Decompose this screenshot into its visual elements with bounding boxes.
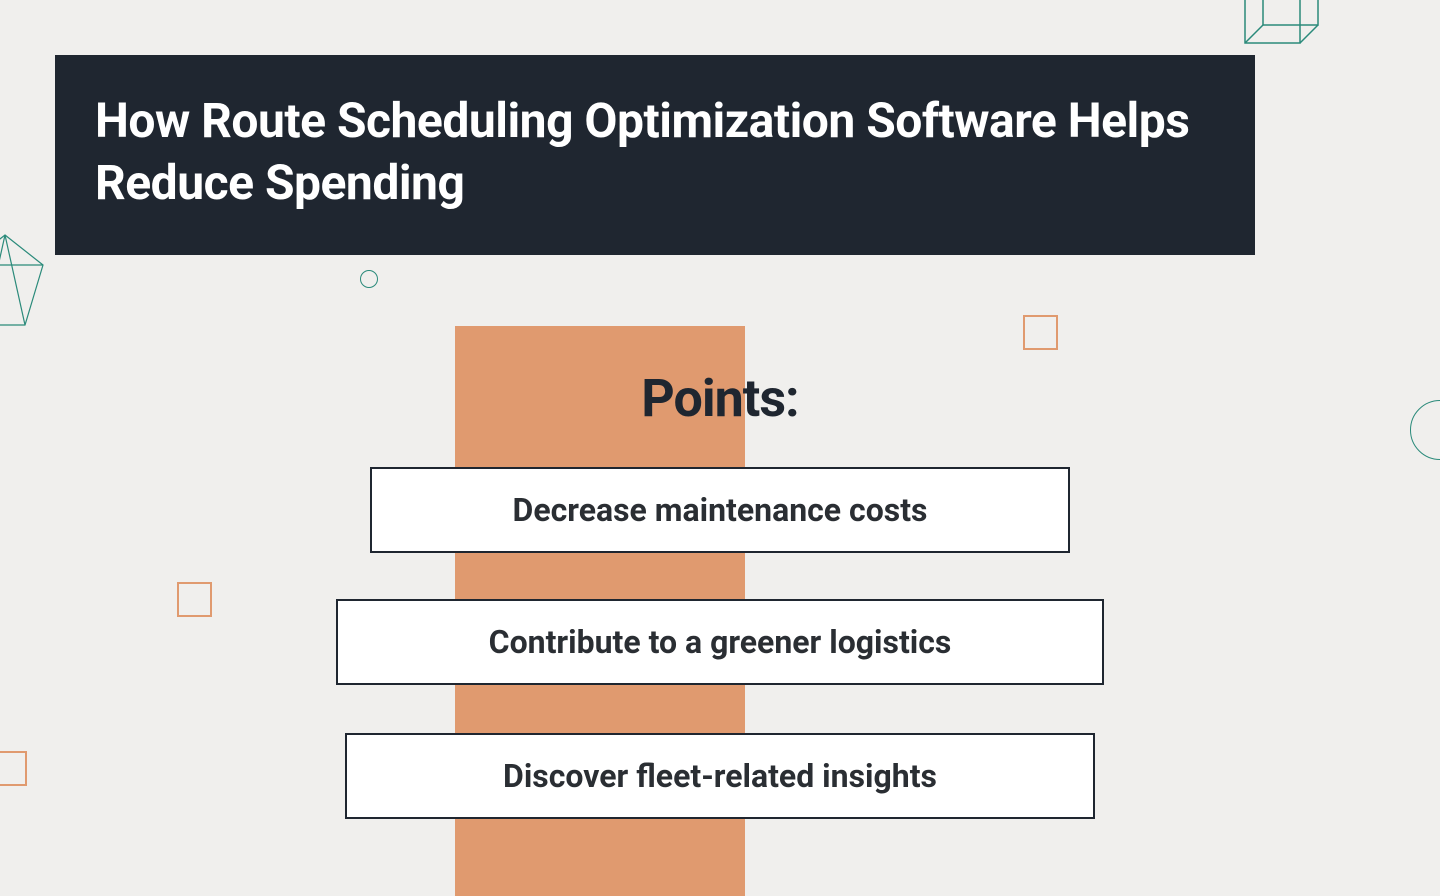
title-banner: How Route Scheduling Optimization Softwa… — [55, 55, 1255, 255]
point-item: Discover fleet-related insights — [345, 733, 1095, 819]
decorative-square-icon — [1023, 315, 1058, 350]
points-heading: Points: — [641, 368, 798, 429]
decorative-square-icon — [0, 751, 27, 786]
decorative-crystal-icon — [0, 230, 55, 344]
point-item: Contribute to a greener logistics — [336, 599, 1104, 685]
decorative-circle-icon — [360, 270, 378, 288]
decorative-square-icon — [177, 582, 212, 617]
decorative-circle-icon — [1410, 400, 1440, 460]
point-item: Decrease maintenance costs — [370, 467, 1070, 553]
page-title: How Route Scheduling Optimization Softwa… — [95, 90, 1215, 215]
